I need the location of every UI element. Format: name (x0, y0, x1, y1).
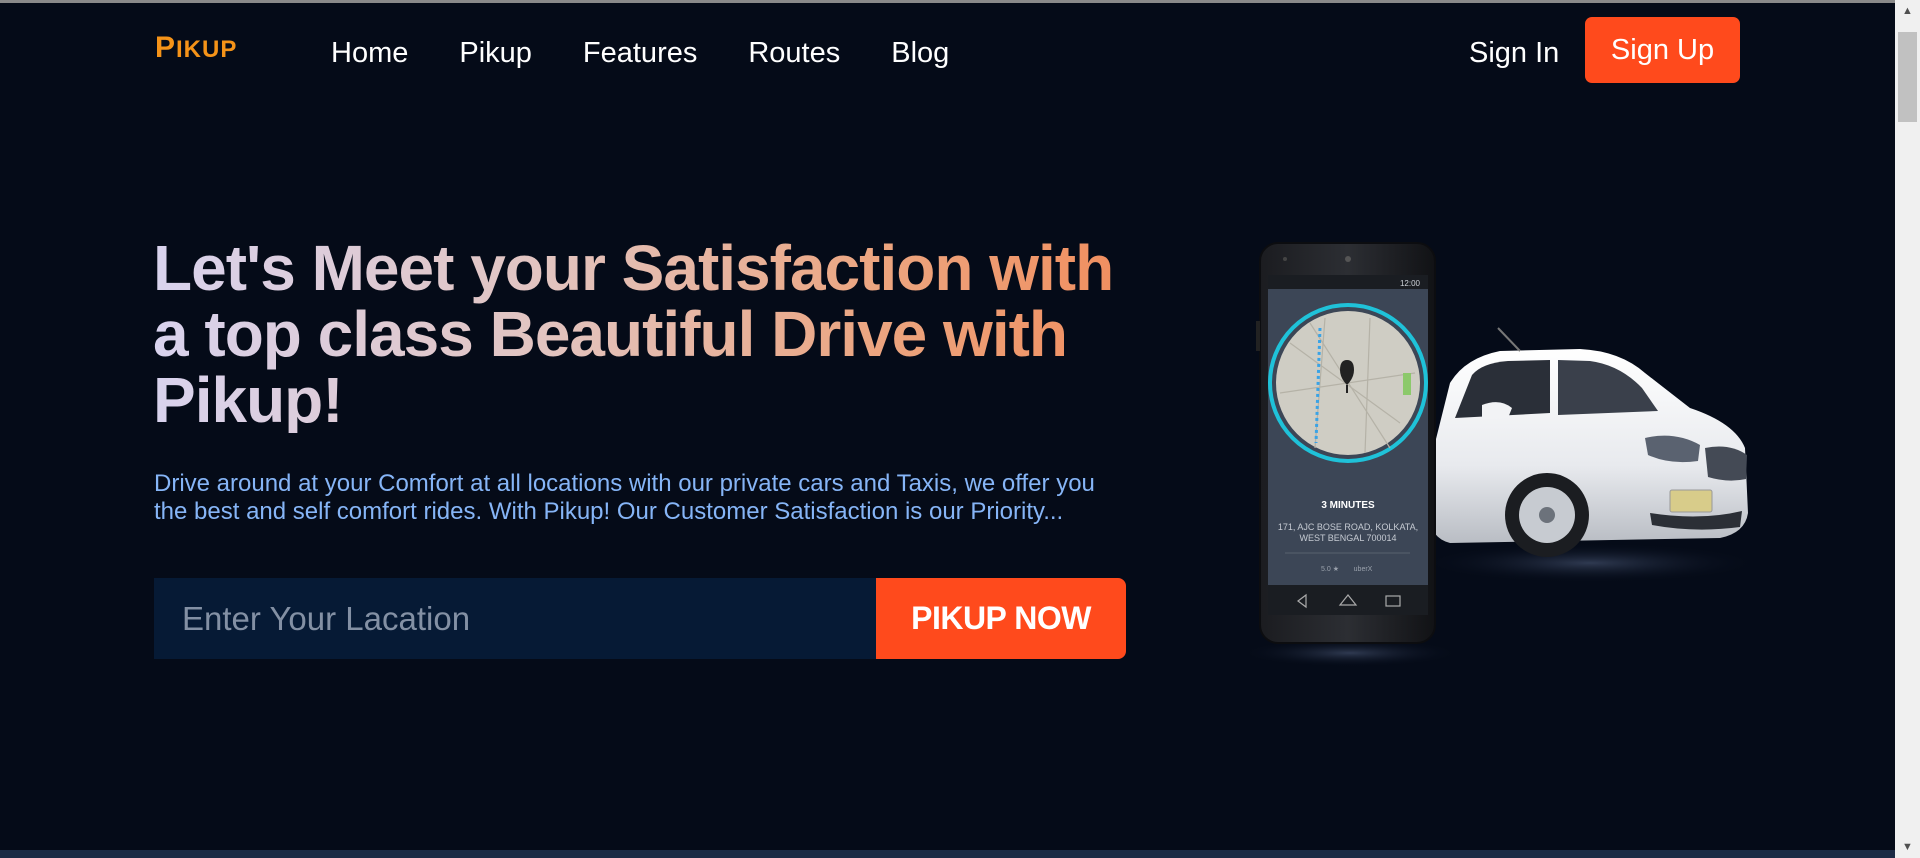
hero-title: Let's Meet your Satisfaction with a top … (153, 235, 1133, 433)
phone-time: 12:00 (1400, 279, 1421, 288)
brand-logo[interactable]: PIKUP (155, 31, 237, 65)
nav-link-routes[interactable]: Routes (748, 33, 840, 73)
phone-service: uberX (1354, 566, 1373, 573)
phone-rating: 5.0 ★ (1321, 565, 1339, 573)
main-nav: Home Pikup Features Routes Blog (331, 33, 949, 73)
hero-illustration: 12:00 3 MINUTES 171, AJC BOSE ROAD, KOLK… (1250, 242, 1750, 667)
page-bottom-border (0, 850, 1895, 858)
logo-text: PIKUP (155, 31, 238, 64)
scrollbar-thumb[interactable] (1898, 32, 1917, 122)
phone-address-line1: 171, AJC BOSE ROAD, KOLKATA, (1278, 522, 1418, 532)
sign-in-link[interactable]: Sign In (1469, 33, 1559, 73)
scroll-up-icon[interactable]: ▲ (1895, 0, 1920, 22)
nav-link-pikup[interactable]: Pikup (459, 33, 532, 73)
phone-address-line2: WEST BENGAL 700014 (1299, 533, 1396, 543)
nav-link-blog[interactable]: Blog (891, 33, 949, 73)
location-input[interactable] (154, 578, 876, 659)
car-image (1420, 327, 1750, 583)
phone-image: 12:00 3 MINUTES 171, AJC BOSE ROAD, KOLK… (1250, 242, 1460, 667)
nav-link-home[interactable]: Home (331, 33, 408, 73)
phone-eta: 3 MINUTES (1321, 500, 1375, 511)
page: PIKUP Home Pikup Features Routes Blog Si… (0, 3, 1895, 850)
sign-up-button[interactable]: Sign Up (1585, 17, 1740, 83)
vertical-scrollbar[interactable]: ▲ ▼ (1895, 0, 1920, 858)
scroll-down-icon[interactable]: ▼ (1895, 836, 1920, 858)
hero-description: Drive around at your Comfort at all loca… (154, 470, 1095, 525)
nav-link-features[interactable]: Features (583, 33, 697, 73)
pikup-now-button[interactable]: PIKUP NOW (876, 578, 1126, 659)
